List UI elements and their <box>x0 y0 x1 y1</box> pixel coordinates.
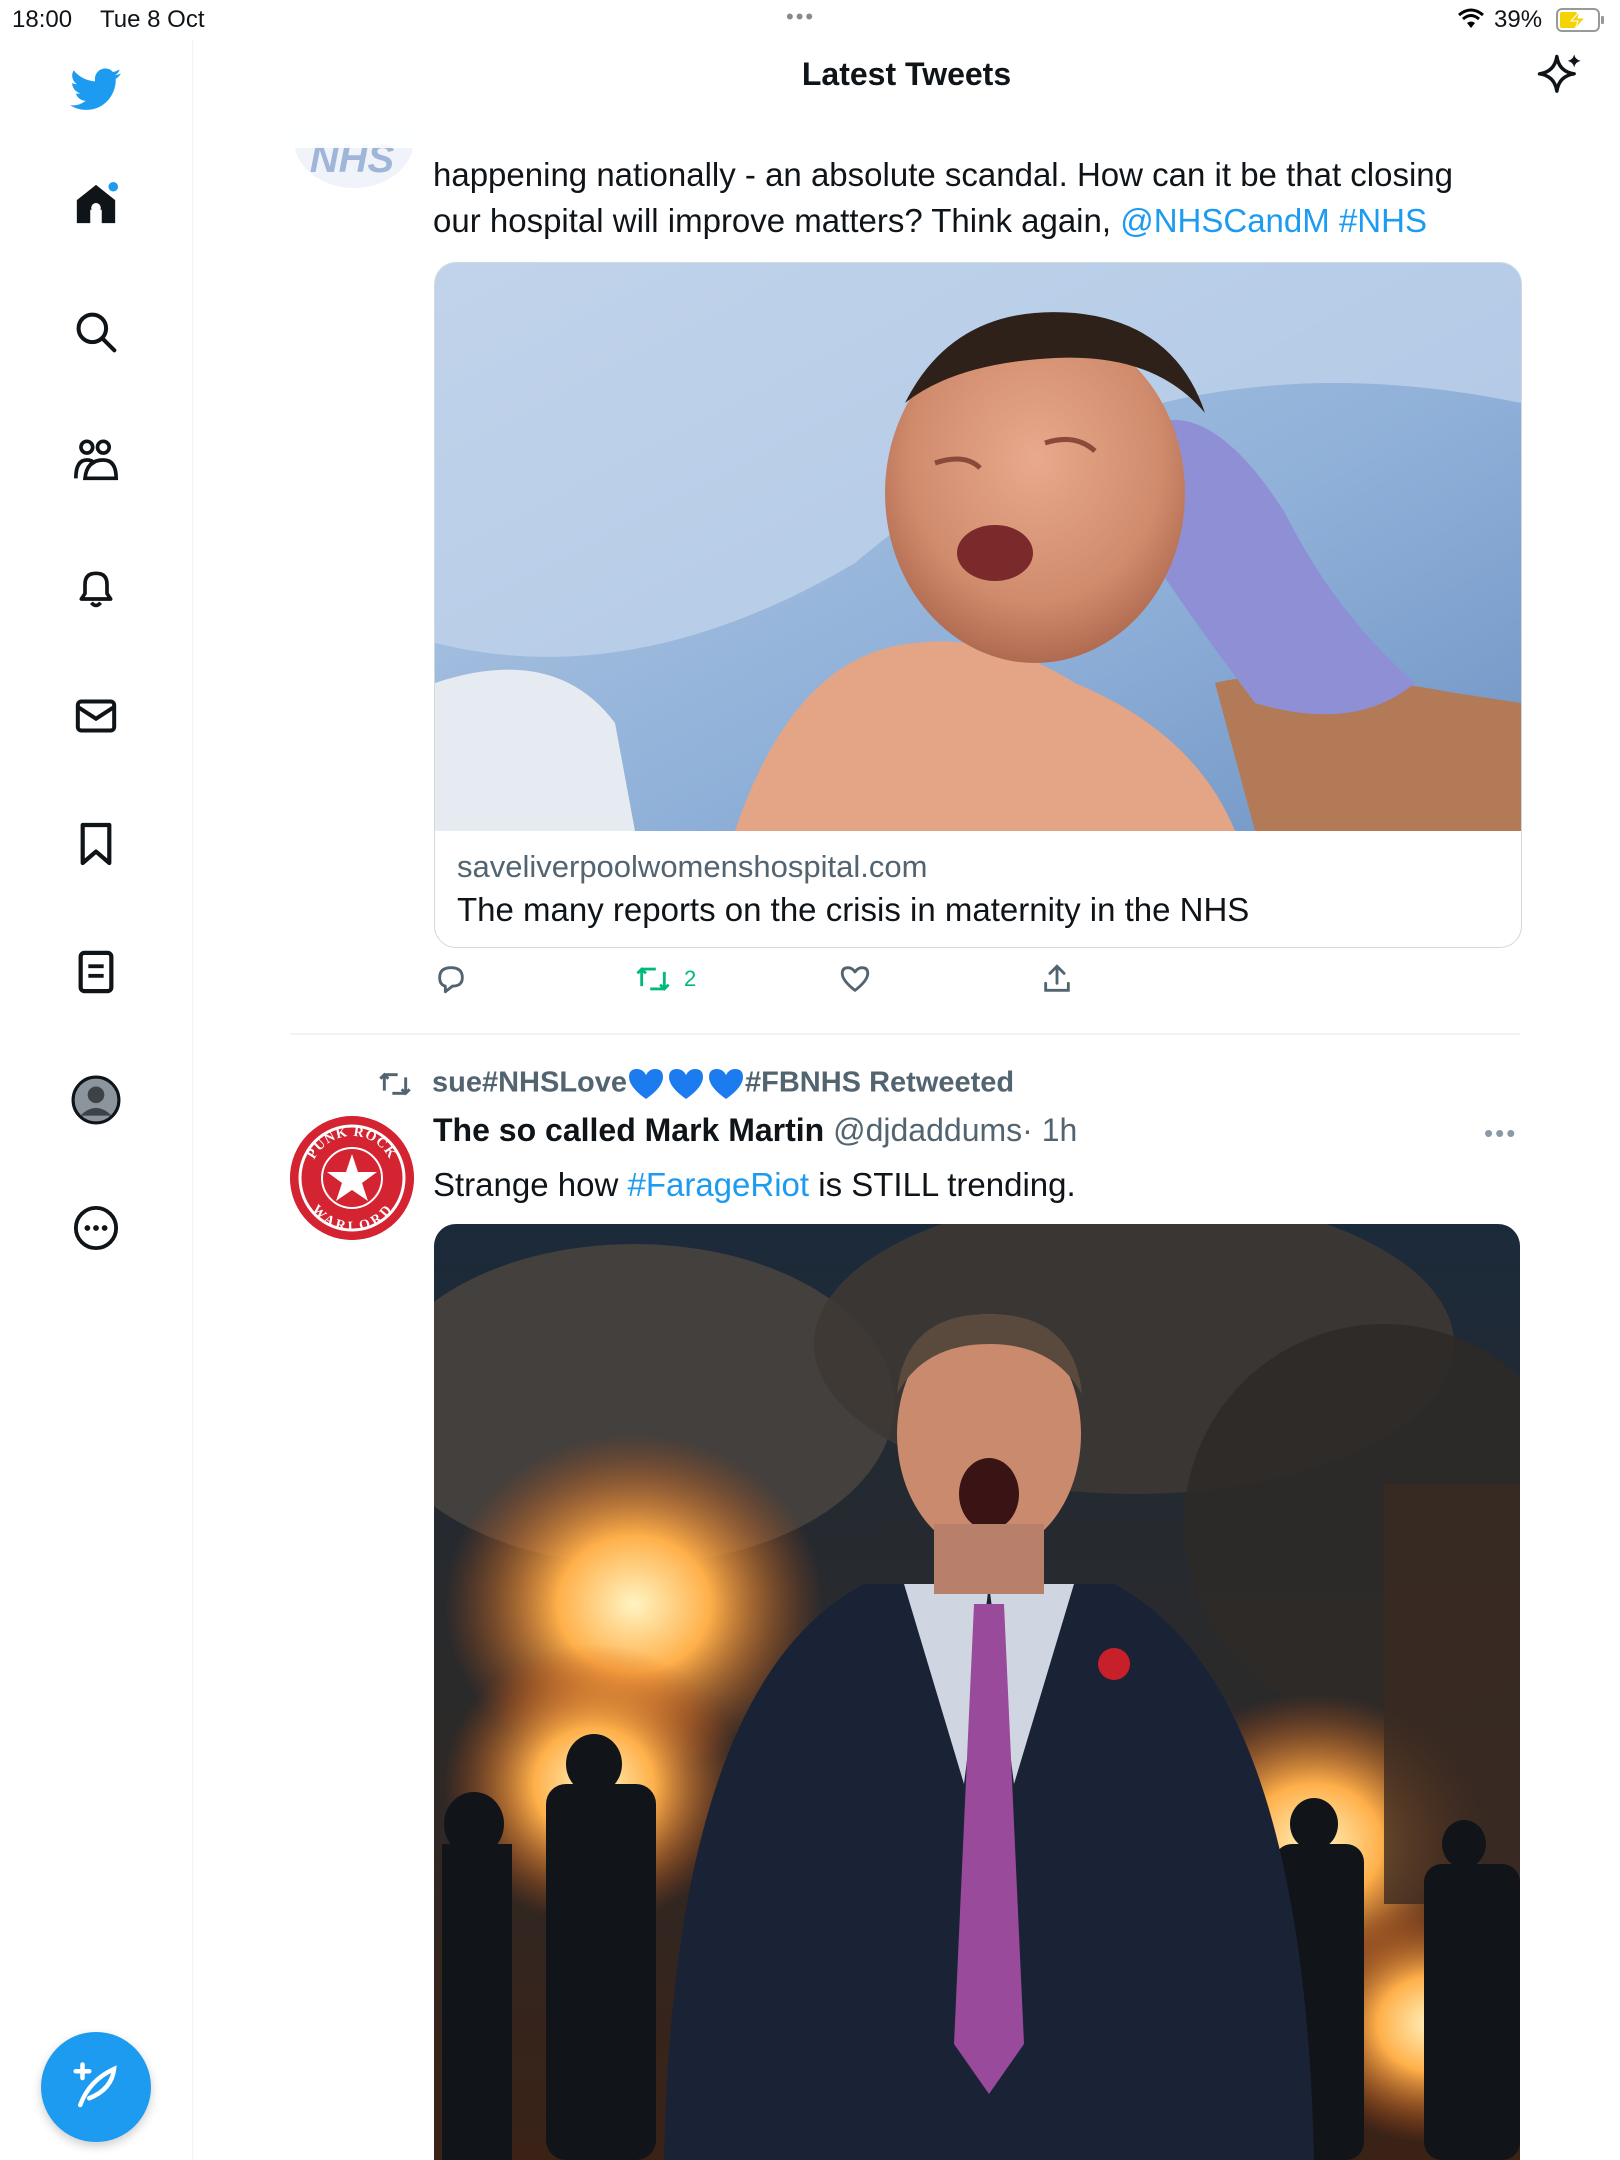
tweet-text-line: happening nationally - an absolute scand… <box>433 156 1454 193</box>
page-title: Latest Tweets <box>801 56 1012 92</box>
riot-scene-image <box>434 1224 1520 2160</box>
blue-hearts-emoji <box>629 1069 744 1099</box>
home-icon[interactable] <box>70 178 122 230</box>
messages-icon[interactable] <box>70 690 122 742</box>
tweet-text: our hospital will improve matters? Think… <box>433 202 1121 239</box>
sidebar <box>0 40 193 2160</box>
reply-icon <box>438 966 464 994</box>
card-domain: saveliverpoolwomenshospital.com <box>457 849 928 884</box>
status-date: Tue 8 Oct <box>100 6 205 33</box>
heart-icon <box>840 966 870 992</box>
hashtag-link[interactable]: #NHS <box>1339 202 1427 239</box>
retweet-icon <box>379 1072 411 1096</box>
share-button[interactable] <box>1040 962 1074 996</box>
hashtag-link[interactable]: #FarageRiot <box>627 1166 809 1203</box>
bookmarks-icon[interactable] <box>70 818 122 870</box>
tweet-text: is STILL trending. <box>809 1166 1076 1203</box>
tweet-time: · 1h <box>1022 1112 1078 1148</box>
mention-link[interactable]: @NHSCandM <box>1120 202 1330 239</box>
more-icon[interactable] <box>70 1202 122 1254</box>
twitter-logo-icon[interactable] <box>70 64 122 116</box>
tweet-text-line: Strange how #FarageRiot is STILL trendin… <box>433 1162 1076 1208</box>
retweeted-by-text: sue#NHSLove #FBNHS Retweeted <box>432 1065 1014 1103</box>
retweet-button[interactable]: 2 <box>634 962 696 996</box>
battery-charging-icon <box>1556 8 1604 32</box>
newborn-baby-image <box>435 263 1521 831</box>
tweet-author[interactable]: The so called Mark Martin @djdaddums· 1h <box>433 1112 1077 1149</box>
tweet-divider <box>290 1033 1520 1035</box>
multitasking-dots-icon[interactable]: ••• <box>786 4 815 30</box>
tweet-actions: 2 <box>0 962 1620 1006</box>
share-icon <box>1044 964 1070 992</box>
notifications-icon[interactable] <box>70 562 122 614</box>
reply-button[interactable] <box>434 962 468 996</box>
compose-icon <box>73 2062 117 2108</box>
battery-percent: 39% <box>1494 6 1543 33</box>
punk-rock-warlord-avatar[interactable]: PUNK ROCK WARLORD <box>290 1116 414 1240</box>
tweet-text: Strange how <box>433 1166 628 1203</box>
author-handle[interactable]: @djdaddums <box>833 1112 1022 1148</box>
compose-tweet-button[interactable] <box>41 2032 151 2142</box>
like-button[interactable] <box>838 962 872 996</box>
link-preview-card[interactable]: saveliverpoolwomenshospital.com The many… <box>434 262 1522 948</box>
retweet-count: 2 <box>684 966 697 991</box>
communities-icon[interactable] <box>70 434 122 486</box>
search-icon[interactable] <box>70 306 122 358</box>
sparkle-icon[interactable] <box>1533 50 1585 102</box>
profile-icon[interactable] <box>70 1074 122 1126</box>
retweeted-by[interactable]: sue#NHSLove #FBNHS Retweeted <box>376 1064 1014 1104</box>
status-time: 18:00 <box>12 6 73 33</box>
author-name[interactable]: The so called Mark Martin <box>433 1112 824 1148</box>
tweet-text-line: our hospital will improve matters? Think… <box>433 198 1427 244</box>
retweet-icon <box>636 967 670 991</box>
status-bar: 18:00 Tue 8 Oct ••• 39% <box>0 0 1620 40</box>
tweet-photo[interactable] <box>434 1224 1520 2160</box>
timeline-header: Latest Tweets <box>193 40 1620 148</box>
wifi-icon <box>1458 8 1484 28</box>
card-title: The many reports on the crisis in matern… <box>457 891 1250 928</box>
tweet-more-icon[interactable]: ••• <box>1484 1118 1517 1149</box>
